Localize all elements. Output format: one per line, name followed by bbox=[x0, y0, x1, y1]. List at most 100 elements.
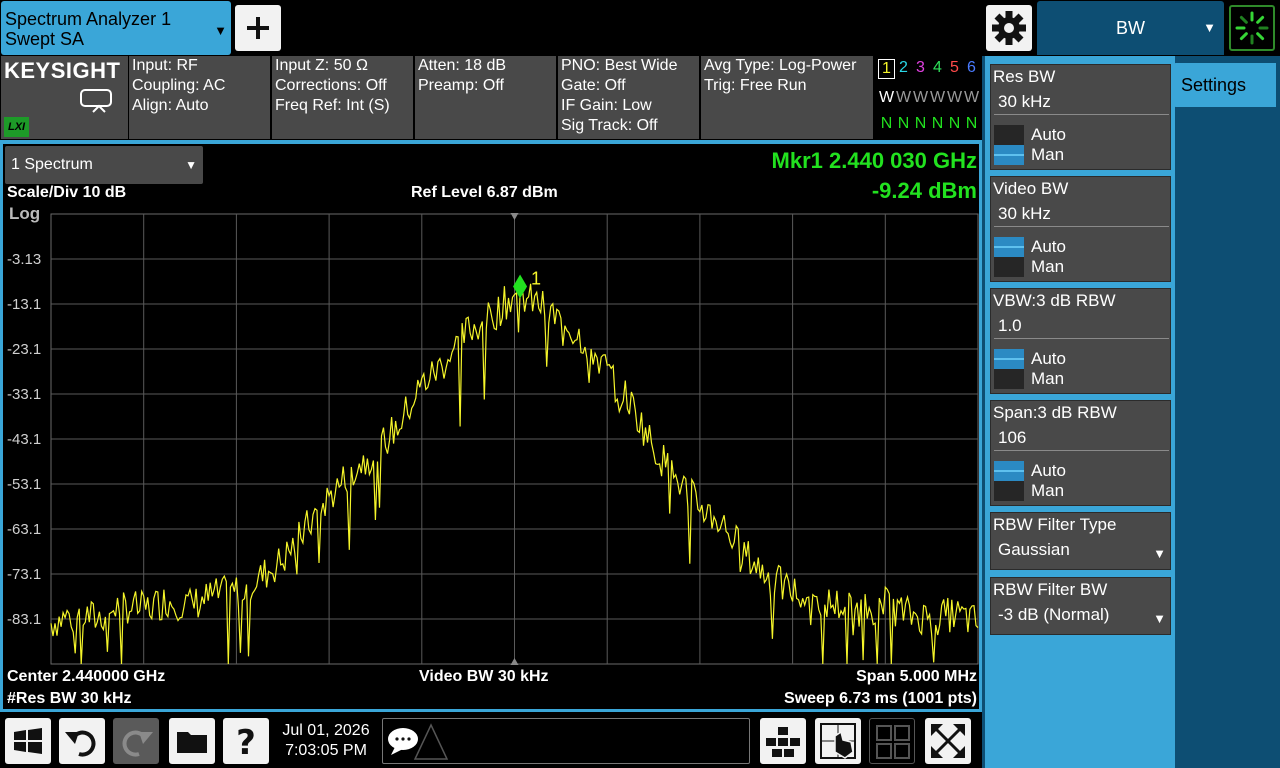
y-tick-label: -53.1 bbox=[7, 476, 41, 493]
video-bw-input[interactable]: 30 kHz bbox=[994, 203, 1169, 227]
option-label: Man bbox=[1031, 481, 1065, 500]
file-button[interactable] bbox=[169, 718, 215, 764]
span-rbw-man-option[interactable]: Man bbox=[994, 481, 1164, 501]
option-label: Man bbox=[1031, 369, 1065, 388]
input-z-value: Input Z: 50 Ω bbox=[275, 57, 368, 74]
option-label: Auto bbox=[1031, 237, 1066, 256]
add-screen-button[interactable] bbox=[235, 5, 281, 51]
span-rbw-softkey[interactable]: Span:3 dB RBW 106 Auto Man bbox=[990, 400, 1171, 506]
folder-icon bbox=[177, 732, 207, 753]
ref-level-label[interactable]: Ref Level 6.87 dBm bbox=[411, 184, 558, 202]
undo-icon bbox=[65, 730, 96, 757]
trace-detector-4: N bbox=[931, 115, 944, 132]
date-time-display[interactable]: Jul 01, 2026 7:03:05 PM bbox=[272, 718, 380, 764]
redo-button[interactable] bbox=[113, 718, 159, 764]
date-text: Jul 01, 2026 bbox=[282, 722, 370, 739]
window-select-dropdown[interactable]: 1 Spectrum ▼ bbox=[5, 146, 203, 184]
res-bw-auto-option[interactable]: Auto bbox=[994, 125, 1164, 145]
time-text: 7:03:05 PM bbox=[285, 742, 367, 759]
y-tick-label: -33.1 bbox=[7, 386, 41, 403]
y-tick-label: -63.1 bbox=[7, 521, 41, 538]
res-bw-label[interactable]: #Res BW 30 kHz bbox=[7, 690, 132, 708]
trace-number-2: 2 bbox=[899, 59, 908, 76]
video-bw-man-option[interactable]: Man bbox=[994, 257, 1164, 277]
rbw-filter-bw-dropdown[interactable]: -3 dB (Normal) bbox=[994, 604, 1169, 628]
span-rbw-auto-option[interactable]: Auto bbox=[994, 461, 1164, 481]
attenuation-cell[interactable]: Atten: 18 dB Preamp: Off bbox=[415, 56, 556, 139]
menu-label: BW bbox=[1116, 18, 1145, 38]
sweep-label[interactable]: Sweep 6.73 ms (1001 pts) bbox=[784, 690, 977, 708]
remote-display-icon bbox=[80, 89, 112, 113]
undo-button[interactable] bbox=[59, 718, 105, 764]
input-z-cell[interactable]: Input Z: 50 Ω Corrections: Off Freq Ref:… bbox=[272, 56, 413, 139]
spinner-icon bbox=[1235, 11, 1269, 45]
vbw-rbw-input[interactable]: 1.0 bbox=[994, 315, 1169, 339]
scale-div-label[interactable]: Scale/Div 10 dB bbox=[7, 184, 126, 202]
rbw-filter-bw-softkey[interactable]: RBW Filter BW -3 dB (Normal) ▼ bbox=[990, 577, 1171, 635]
touch-mode-button[interactable] bbox=[815, 718, 861, 764]
res-bw-input[interactable]: 30 kHz bbox=[994, 91, 1169, 115]
align-value: Align: Auto bbox=[132, 97, 209, 114]
average-trigger-cell[interactable]: Avg Type: Log-Power Trig: Free Run bbox=[701, 56, 873, 139]
trace-type-4: W bbox=[929, 89, 946, 106]
res-bw-softkey[interactable]: Res BW 30 kHz Auto Man bbox=[990, 64, 1171, 170]
trace-detector-2: N bbox=[897, 115, 910, 132]
rbw-filter-type-dropdown[interactable]: Gaussian bbox=[994, 539, 1169, 563]
trace-detector-5: N bbox=[948, 115, 961, 132]
center-freq-label[interactable]: Center 2.440000 GHz bbox=[7, 668, 165, 686]
layout-tree-icon bbox=[766, 727, 800, 757]
pno-value: PNO: Best Wide bbox=[561, 57, 678, 74]
help-button[interactable]: ? bbox=[223, 718, 269, 764]
grid-icon bbox=[876, 725, 910, 759]
auto-indicator bbox=[994, 349, 1024, 369]
res-bw-man-option[interactable]: Man bbox=[994, 145, 1164, 165]
trace-type-5: W bbox=[946, 89, 963, 106]
input-settings-cell[interactable]: Input: RF Coupling: AC Align: Auto bbox=[129, 56, 270, 139]
video-bw-auto-option[interactable]: Auto bbox=[994, 237, 1164, 257]
trace-indicator-panel[interactable]: 123456 WWWWWW NNNNNN bbox=[874, 56, 980, 139]
option-label: Man bbox=[1031, 145, 1065, 164]
measurement-info-bar: KEYSIGHT LXI Input: RF Coupling: AC Alig… bbox=[0, 56, 982, 140]
rbw-filter-type-softkey[interactable]: RBW Filter Type Gaussian ▼ bbox=[990, 512, 1171, 570]
option-label: Auto bbox=[1031, 125, 1066, 144]
full-screen-button[interactable] bbox=[925, 718, 971, 764]
touch-hand-icon bbox=[820, 723, 856, 759]
chevron-down-icon: ▼ bbox=[185, 158, 197, 172]
softkey-title: VBW:3 dB RBW bbox=[993, 291, 1116, 310]
multi-screen-button[interactable] bbox=[869, 718, 915, 764]
man-indicator bbox=[994, 481, 1024, 501]
keysight-logo-panel[interactable]: KEYSIGHT LXI bbox=[1, 56, 128, 139]
y-tick-label: -23.1 bbox=[7, 341, 41, 358]
trace-detector-6: N bbox=[965, 115, 978, 132]
trigger-value: Trig: Free Run bbox=[704, 77, 807, 94]
tab-settings[interactable]: Settings bbox=[1174, 63, 1276, 107]
video-bw-softkey[interactable]: Video BW 30 kHz Auto Man bbox=[990, 176, 1171, 282]
windows-start-button[interactable] bbox=[5, 718, 51, 764]
marker-amplitude-readout[interactable]: -9.24 dBm bbox=[872, 178, 977, 204]
app-tab[interactable]: Spectrum Analyzer 1 Swept SA ▼ bbox=[1, 1, 231, 55]
spectrum-plot[interactable]: -3.13 -13.1 -23.1 -33.1 -43.1 -53.1 -63.1 -73.1… bbox=[3, 144, 979, 709]
pno-cell[interactable]: PNO: Best Wide Gate: Off IF Gain: Low Si… bbox=[558, 56, 699, 139]
video-bw-label[interactable]: Video BW 30 kHz bbox=[419, 668, 549, 686]
message-area[interactable] bbox=[382, 718, 750, 764]
marker-frequency-readout[interactable]: Mkr1 2.440 030 GHz bbox=[772, 148, 977, 174]
question-icon: ? bbox=[236, 723, 256, 763]
vbw-rbw-man-option[interactable]: Man bbox=[994, 369, 1164, 389]
span-rbw-input[interactable]: 106 bbox=[994, 427, 1169, 451]
brand-logo: KEYSIGHT bbox=[4, 58, 121, 83]
option-label: Man bbox=[1031, 257, 1065, 276]
status-bar: ? Jul 01, 2026 7:03:05 PM bbox=[0, 712, 982, 768]
freq-ref-value: Freq Ref: Int (S) bbox=[275, 97, 390, 114]
spectrum-window[interactable]: -3.13 -13.1 -23.1 -33.1 -43.1 -53.1 -63.1 -73.1… bbox=[0, 140, 982, 712]
window-layout-button[interactable] bbox=[760, 718, 806, 764]
gate-value: Gate: Off bbox=[561, 77, 626, 94]
softkey-title: RBW Filter BW bbox=[993, 580, 1108, 599]
vbw-rbw-softkey[interactable]: VBW:3 dB RBW 1.0 Auto Man bbox=[990, 288, 1171, 394]
chevron-down-icon: ▼ bbox=[1203, 20, 1216, 35]
busy-indicator-button[interactable] bbox=[1229, 5, 1275, 51]
menu-select-tab[interactable]: BW ▼ bbox=[1037, 1, 1224, 55]
settings-gear-button[interactable] bbox=[986, 5, 1032, 51]
vbw-rbw-auto-option[interactable]: Auto bbox=[994, 349, 1164, 369]
span-label[interactable]: Span 5.000 MHz bbox=[856, 668, 977, 686]
app-mode: Swept SA bbox=[5, 29, 85, 49]
